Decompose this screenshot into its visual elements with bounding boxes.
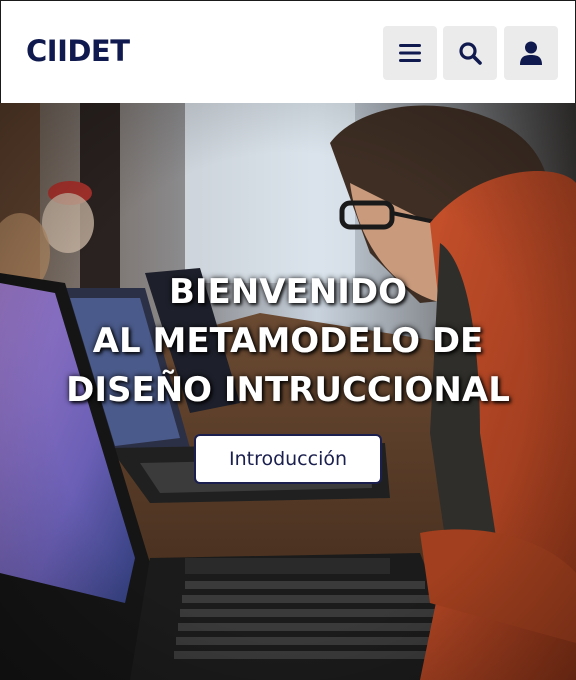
hero-content: BIENVENIDO AL METAMODELO DE DISEÑO INTRU…	[0, 268, 576, 484]
hero-title: BIENVENIDO AL METAMODELO DE DISEÑO INTRU…	[0, 268, 576, 415]
menu-button[interactable]	[383, 26, 437, 80]
user-icon	[520, 41, 542, 65]
search-icon	[459, 42, 482, 65]
hero-section: BIENVENIDO AL METAMODELO DE DISEÑO INTRU…	[0, 103, 576, 680]
hero-title-line: BIENVENIDO	[168, 272, 408, 312]
introduction-button[interactable]: Introducción	[194, 434, 382, 484]
search-button[interactable]	[443, 26, 497, 80]
hero-title-line: DISEÑO INTRUCCIONAL	[66, 370, 510, 410]
user-button[interactable]	[504, 26, 558, 80]
hero-title-line: AL METAMODELO DE	[92, 321, 484, 361]
site-header: CIIDET	[0, 0, 576, 103]
site-logo[interactable]: CIIDET	[26, 34, 130, 68]
hamburger-menu-icon	[399, 44, 421, 62]
